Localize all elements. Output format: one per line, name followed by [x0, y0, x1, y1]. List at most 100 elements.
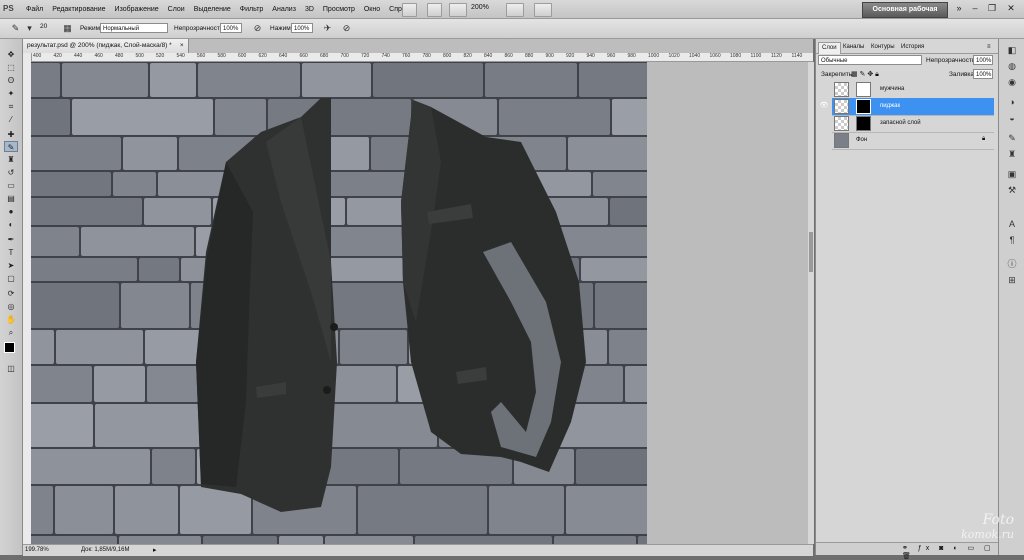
layer-mask-thumbnail[interactable] [856, 82, 871, 97]
close-icon[interactable]: ✕ [1005, 3, 1017, 14]
arrange-documents-button[interactable] [506, 3, 524, 17]
layer-row[interactable]: мужчина [832, 81, 994, 99]
crop-tool-icon[interactable]: ⌗ [4, 101, 18, 112]
visibility-toggle[interactable] [819, 85, 829, 93]
3d-orbit-tool-icon[interactable]: ◎ [4, 301, 18, 312]
menu-select[interactable]: Выделение [194, 6, 231, 13]
menu-edit[interactable]: Редактирование [52, 6, 105, 13]
foreground-color-swatch[interactable] [4, 342, 15, 353]
visibility-toggle[interactable] [819, 119, 829, 127]
workspace-switcher[interactable]: Основная рабочая среда [862, 2, 948, 27]
lock-transparency-icon[interactable]: ▦ ✎ ✥ 🔒︎ [851, 70, 879, 79]
clone-stamp-tool-icon[interactable]: ♜ [4, 154, 18, 165]
canvas-area[interactable] [31, 62, 808, 544]
opacity-field[interactable]: 100% [220, 23, 242, 33]
minimize-icon[interactable]: – [969, 3, 981, 14]
menu-analysis[interactable]: Анализ [272, 6, 296, 13]
quick-mask-icon[interactable]: ◫ [4, 363, 18, 374]
bridge-button[interactable] [402, 3, 417, 17]
menu-3d[interactable]: 3D [305, 6, 314, 13]
restore-icon[interactable]: ❐ [986, 3, 998, 14]
character-panel-icon[interactable]: A [1006, 219, 1018, 230]
3d-rotate-tool-icon[interactable]: ⟳ [4, 288, 18, 299]
brush-tool-icon[interactable]: ✎ [4, 141, 18, 152]
layer-row[interactable]: 👁︎ пиджак [820, 98, 994, 116]
layer-mask-thumbnail[interactable] [856, 99, 871, 114]
visibility-toggle[interactable] [819, 136, 829, 144]
color-panel-icon[interactable]: ◧ [1006, 45, 1018, 56]
blend-mode-select[interactable]: Обычные [818, 55, 922, 65]
hand-tool-icon[interactable]: ✋ [4, 314, 18, 325]
3d-panel-icon[interactable]: ▣ [1006, 169, 1018, 180]
pressure-size-icon[interactable]: ⊘ [341, 23, 352, 34]
layer-mask-thumbnail[interactable] [856, 116, 871, 131]
zoom-status[interactable]: 199.78% [25, 547, 49, 553]
screen-mode-button[interactable] [534, 3, 552, 17]
info-panel-icon[interactable]: ⓘ [1006, 259, 1018, 270]
layer-row[interactable]: запасной слой [832, 115, 994, 133]
type-tool-icon[interactable]: T [4, 247, 18, 258]
gradient-tool-icon[interactable]: ▤ [4, 193, 18, 204]
mini-bridge-button[interactable] [427, 3, 442, 17]
menu-view[interactable]: Просмотр [323, 6, 355, 13]
flow-field[interactable]: 100% [291, 23, 313, 33]
fill-field[interactable]: 100% [973, 69, 993, 79]
marquee-tool-icon[interactable]: ⬚ [4, 62, 18, 73]
panel-menu-icon[interactable]: ≡ [984, 42, 994, 53]
document-canvas[interactable] [31, 62, 647, 544]
document-tab[interactable]: результат.psd @ 200% (пиджак, Слой-маска… [23, 39, 189, 53]
vertical-scrollbar[interactable] [808, 62, 814, 544]
move-tool-icon[interactable]: ✥ [4, 49, 18, 60]
shape-tool-icon[interactable]: ▢ [4, 273, 18, 284]
quick-select-tool-icon[interactable]: ✦ [4, 88, 18, 99]
layer-actions-icons[interactable]: ⚭ ƒx ◙ ◐ ▭ ▢ 🗑︎ [902, 544, 998, 560]
tool-presets-icon[interactable]: ⚒ [1006, 185, 1018, 196]
brush-panel-icon[interactable]: ✎ [1006, 133, 1018, 144]
mode-select[interactable]: Нормальный [100, 23, 168, 33]
brush-tool-preset-icon[interactable]: ✎ [10, 23, 21, 34]
layer-name[interactable]: мужчина [880, 86, 904, 92]
chevron-down-icon[interactable]: ▾ [24, 23, 35, 34]
layer-name[interactable]: пиджак [880, 103, 900, 109]
paragraph-panel-icon[interactable]: ¶ [1006, 235, 1018, 246]
dodge-tool-icon[interactable]: ◐ [4, 219, 18, 230]
tab-history[interactable]: История [898, 42, 927, 53]
eye-icon[interactable]: 👁︎ [819, 102, 829, 110]
navigator-panel-icon[interactable]: ⊞ [1006, 275, 1018, 286]
blur-tool-icon[interactable]: ● [4, 206, 18, 217]
eyedropper-tool-icon[interactable]: ⁄ [4, 114, 18, 125]
layer-name[interactable]: запасной слой [880, 120, 921, 126]
menu-file[interactable]: Файл [26, 6, 43, 13]
brush-size[interactable]: 20 [40, 23, 47, 30]
pen-tool-icon[interactable]: ✒ [4, 234, 18, 245]
menu-image[interactable]: Изображение [115, 6, 159, 13]
layer-name[interactable]: Фон [856, 137, 867, 143]
clone-source-icon[interactable]: ♜ [1006, 149, 1018, 160]
zoom-level[interactable]: 200% [471, 4, 489, 11]
masks-panel-icon[interactable]: ◒ [1006, 113, 1018, 124]
close-tab-icon[interactable]: × [180, 39, 184, 53]
swatches-panel-icon[interactable]: ◍ [1006, 61, 1018, 72]
menu-window[interactable]: Окно [364, 6, 380, 13]
scroll-thumb[interactable] [809, 232, 813, 272]
tab-layers[interactable]: Слои [818, 42, 841, 54]
tab-paths[interactable]: Контуры [868, 42, 898, 53]
history-brush-tool-icon[interactable]: ↺ [4, 167, 18, 178]
lasso-tool-icon[interactable]: ʘ [4, 75, 18, 86]
tab-channels[interactable]: Каналы [840, 42, 867, 53]
adjustments-panel-icon[interactable]: ◑ [1006, 97, 1018, 108]
layer-row[interactable]: Фон 🔒︎ [832, 132, 994, 150]
pressure-opacity-icon[interactable]: ⊘ [252, 23, 263, 34]
view-extras-button[interactable] [449, 3, 467, 17]
status-menu-icon[interactable]: ▸ [153, 546, 157, 554]
brush-panel-icon[interactable]: ▦ [62, 23, 73, 34]
menu-layers[interactable]: Слои [168, 6, 185, 13]
menu-filter[interactable]: Фильтр [240, 6, 264, 13]
layer-opacity-field[interactable]: 100% [973, 55, 993, 65]
workspace-menu-icon[interactable]: » [953, 3, 965, 14]
airbrush-icon[interactable]: ✈ [322, 23, 333, 34]
zoom-tool-icon[interactable]: ⌕ [4, 327, 18, 338]
eraser-tool-icon[interactable]: ▭ [4, 180, 18, 191]
healing-tool-icon[interactable]: ✚ [4, 129, 18, 140]
styles-panel-icon[interactable]: ◉ [1006, 77, 1018, 88]
